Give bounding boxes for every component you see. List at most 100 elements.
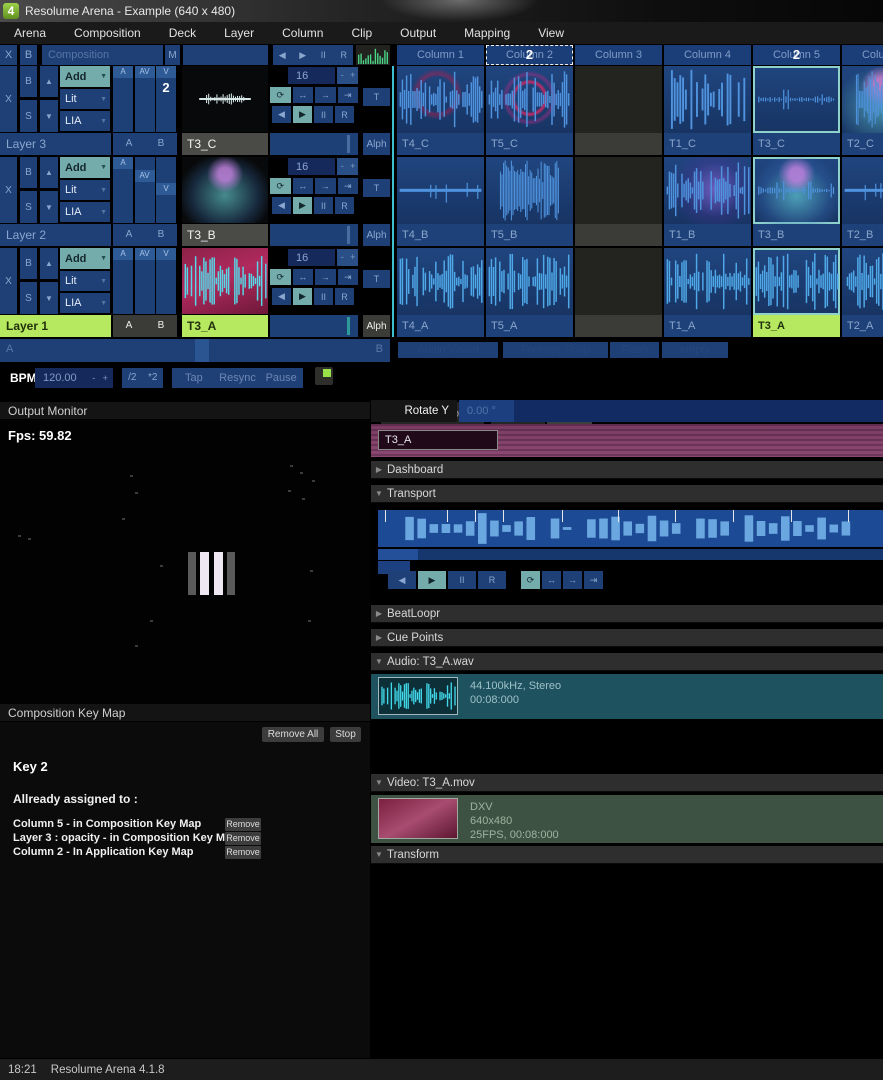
clip-label[interactable] [575, 224, 662, 246]
menu-item-arena[interactable]: Arena [0, 22, 60, 44]
section-cue-points[interactable]: ▶ Cue Points [371, 629, 883, 647]
bpm-double-button[interactable]: *2 [143, 368, 164, 388]
deck-tab-empty[interactable]: empty [662, 342, 728, 358]
bounce-mode-button[interactable]: ↔ [293, 178, 314, 194]
layer-fader-v[interactable]: V2 [156, 66, 176, 132]
fader-handle[interactable]: V [156, 66, 176, 78]
clip-label[interactable]: T5_A [486, 315, 573, 337]
blend-mode-dropdown[interactable]: Add▼ [60, 248, 110, 269]
layer-fader-av[interactable]: AV [135, 248, 155, 314]
alpha-channel-button[interactable]: Alph [363, 315, 390, 337]
clip-label[interactable] [575, 133, 662, 155]
clip-label[interactable] [575, 315, 662, 337]
clip-label[interactable]: T4_B [397, 224, 484, 246]
layer-fader-av[interactable]: AV [135, 66, 155, 132]
remove-button[interactable]: Remove [225, 818, 261, 831]
active-clip-thumbnail[interactable] [182, 157, 268, 223]
menu-item-composition[interactable]: Composition [60, 22, 155, 44]
column-header-column-6[interactable]: Column 6 [842, 45, 883, 65]
remove-button[interactable]: Remove [225, 832, 261, 845]
layer-fader-a[interactable]: A [113, 157, 133, 223]
mask-mode-dropdown[interactable]: LIA▼ [60, 293, 110, 313]
play-direction-button[interactable]: → [315, 178, 336, 194]
clip-cell-t1-b[interactable]: T1_B [664, 157, 751, 246]
menu-item-mapping[interactable]: Mapping [450, 22, 524, 44]
fader-handle[interactable]: AV [135, 170, 155, 182]
active-clip-thumbnail[interactable] [182, 66, 268, 132]
column-header-column-4[interactable]: Column 4 [664, 45, 751, 65]
clip-cell-t3-c[interactable]: T3_C [753, 66, 840, 155]
clip-label[interactable]: T3_A [753, 315, 840, 337]
beat-count-field[interactable]: 16 [288, 249, 335, 266]
alpha-channel-button[interactable]: Alph [363, 133, 390, 155]
beats-minus-button[interactable]: - [337, 249, 348, 266]
thumbnail-toggle-button[interactable]: T [363, 88, 390, 106]
column-header-column-2[interactable]: Column 22 [486, 45, 573, 65]
mask-mode-dropdown[interactable]: LIA▼ [60, 202, 110, 222]
clip-label[interactable]: T1_A [664, 315, 751, 337]
random-button[interactable]: R [335, 106, 354, 123]
play-direction-button[interactable]: → [315, 87, 336, 103]
play-button[interactable]: ▶ [293, 288, 312, 305]
remove-button[interactable]: Remove [225, 846, 261, 859]
layer-solo-button[interactable]: S [20, 100, 37, 132]
section-transform[interactable]: ▼ Transform [371, 846, 883, 864]
clip-progress-bar[interactable] [270, 315, 358, 337]
clip-label[interactable]: T4_A [397, 315, 484, 337]
clip-label[interactable]: T1_B [664, 224, 751, 246]
menu-item-view[interactable]: View [524, 22, 578, 44]
crossfader-handle[interactable] [195, 339, 209, 362]
menu-item-output[interactable]: Output [386, 22, 450, 44]
resync-button[interactable]: Resync [216, 368, 260, 388]
clip-cell-t5-c[interactable]: T5_C [486, 66, 573, 155]
clip-thumbnail[interactable] [664, 157, 751, 224]
crossfader-a-assign[interactable]: A [113, 315, 145, 337]
play-button[interactable]: ▶ [293, 197, 312, 214]
prev-frame-button[interactable]: ◀ [272, 106, 291, 123]
clip-thumbnail[interactable] [575, 157, 662, 224]
play-direction-button[interactable]: → [315, 269, 336, 285]
fader-handle[interactable]: A [113, 248, 133, 260]
layer-name[interactable]: Layer 1 [0, 315, 111, 337]
composition-play-button[interactable]: ▶ [294, 45, 313, 65]
thumbnail-toggle-button[interactable]: T [363, 270, 390, 288]
beat-count-field[interactable]: 16 [288, 158, 335, 175]
loop-mode-button[interactable]: ⟳ [270, 269, 291, 285]
layer-up-button[interactable]: ▲ [40, 248, 58, 279]
clip-thumbnail[interactable] [486, 66, 573, 133]
layer-clear-button[interactable]: X [0, 248, 17, 314]
fader-handle[interactable]: A [113, 66, 133, 78]
clip-cell-empty[interactable] [575, 157, 662, 246]
random-button[interactable]: R [335, 288, 354, 305]
clip-cell-t4-b[interactable]: T4_B [397, 157, 484, 246]
clip-cell-t4-a[interactable]: T4_A [397, 248, 484, 337]
fader-handle[interactable]: A [113, 157, 133, 169]
hold-mode-button[interactable]: ⇥ [338, 178, 359, 194]
hold-mode-button[interactable]: ⇥ [338, 269, 359, 285]
clip-cell-t4-c[interactable]: T4_C [397, 66, 484, 155]
play-button[interactable]: ▶ [293, 106, 312, 123]
clip-thumbnail[interactable] [486, 157, 573, 224]
deck-tab-audio-visual[interactable]: Audio Visual [398, 342, 498, 358]
clip-thumbnail[interactable] [486, 248, 573, 315]
layer-name[interactable]: Layer 2 [0, 224, 111, 246]
clip-cell-t2-a[interactable]: T2_A [842, 248, 883, 337]
clip-label[interactable]: T1_C [664, 133, 751, 155]
deck-tab-footage-shop[interactable]: Footage Shop [503, 342, 608, 358]
mask-mode-dropdown[interactable]: LIA▼ [60, 111, 110, 131]
clip-progress-bar[interactable] [270, 224, 358, 246]
clip-cell-t5-b[interactable]: T5_B [486, 157, 573, 246]
composition-random-button[interactable]: R [335, 45, 354, 65]
clip-cell-t3-a[interactable]: T3_A [753, 248, 840, 337]
active-clip-name[interactable]: T3_A [182, 315, 268, 337]
composition-pause-button[interactable]: II [314, 45, 333, 65]
column-header-column-5[interactable]: Column 52 [753, 45, 840, 65]
clip-label[interactable]: T5_C [486, 133, 573, 155]
bpm-minus-button[interactable]: - [88, 370, 100, 386]
layer-clear-button[interactable]: X [0, 157, 17, 223]
beat-count-field[interactable]: 16 [288, 67, 335, 84]
clip-label[interactable]: T5_B [486, 224, 573, 246]
column-header-column-1[interactable]: Column 1 [397, 45, 484, 65]
remove-all-button[interactable]: Remove All [262, 727, 324, 742]
layer-fader-v[interactable]: V [156, 248, 176, 314]
